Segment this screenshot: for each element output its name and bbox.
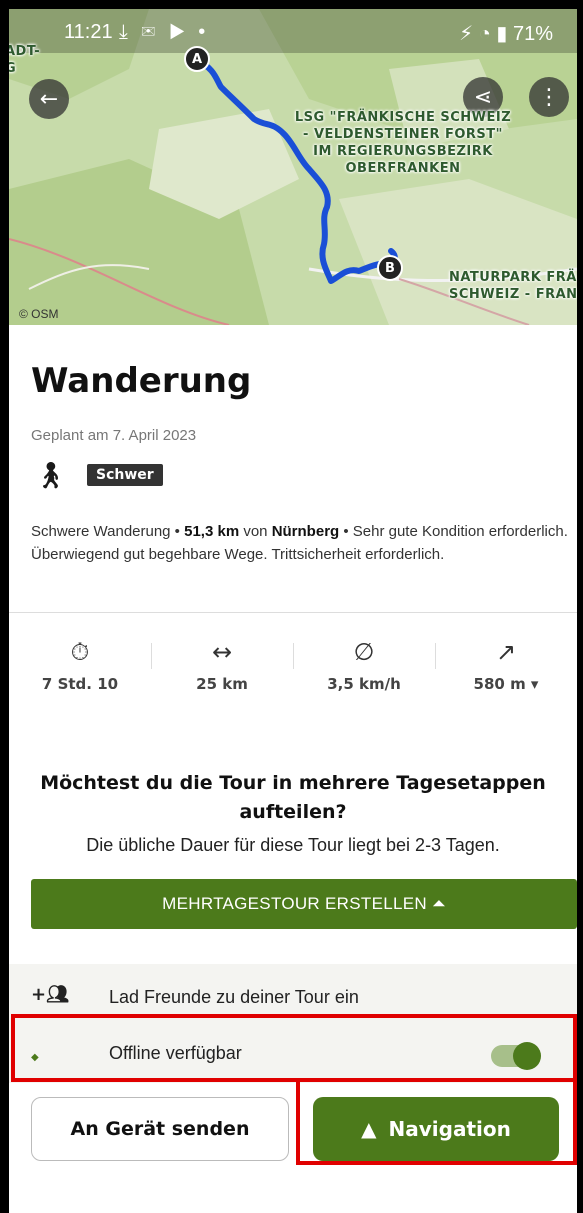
stat-distance: ↔ 25 km: [151, 635, 293, 693]
planned-date: Geplant am 7. April 2023: [31, 427, 197, 444]
signal-icon: ⚡︎ ◔ ▮: [459, 23, 513, 45]
route-start-marker[interactable]: A: [184, 46, 210, 72]
stopwatch-icon: ⏱︎: [70, 638, 90, 666]
back-button[interactable]: ←: [29, 79, 69, 119]
multiday-info: Die übliche Dauer für diese Tour liegt b…: [86, 835, 500, 855]
map-label-partial: ADT- G: [9, 44, 41, 76]
desc-text: Schwere Wanderung •: [31, 523, 185, 540]
desc-distance: 51,3 km: [184, 523, 240, 540]
status-bar: 11:21 ⤓ ✉ ▶ • ⚡︎ ◔ ▮ 71%: [9, 9, 577, 53]
map-attribution[interactable]: © OSM: [19, 307, 59, 321]
arrow-left-icon: ←: [39, 86, 59, 112]
desc-text: von: [239, 523, 272, 540]
invite-friends-label: Lad Freunde zu deiner Tour ein: [109, 987, 359, 1007]
multiday-question: Möchtest du die Tour in mehrere Tageseta…: [9, 769, 577, 827]
difficulty-badge: Schwer: [87, 464, 163, 486]
battery-level: 71%: [512, 23, 553, 45]
speed-value: 3,5 km/h: [327, 675, 401, 693]
stat-duration: ⏱︎ 7 Std. 10: [9, 635, 151, 693]
stat-speed: ∅ 3,5 km/h: [293, 635, 435, 693]
distance-value: 25 km: [196, 675, 248, 693]
elevation-value[interactable]: 580 m ▾: [435, 675, 577, 693]
multiday-question-text: Möchtest du die Tour in mehrere Tageseta…: [40, 772, 546, 823]
ascent-arrow-icon: ↗: [495, 638, 517, 666]
more-vertical-icon: ⋮: [538, 84, 560, 110]
create-multiday-tour-button[interactable]: MEHRTAGESTOUR ERSTELLEN ⏶: [31, 879, 577, 929]
battery-indicator: ⚡︎ ◔ ▮ 71%: [459, 21, 553, 46]
more-menu-button[interactable]: ⋮: [529, 77, 569, 117]
app-screen: 11:21 ⤓ ✉ ▶ • ⚡︎ ◔ ▮ 71% ADT- G ← ⋖ ⋮ LS…: [9, 9, 577, 1213]
stat-elevation[interactable]: ↗ 580 m ▾: [435, 635, 577, 693]
divider: [9, 612, 577, 613]
highlight-navigation-button: [296, 1078, 577, 1165]
tour-stats: ⏱︎ 7 Std. 10 ↔ 25 km ∅ 3,5 km/h ↗ 580 m …: [9, 635, 577, 705]
tour-title: Wanderung: [31, 361, 252, 401]
highlight-offline-row: [11, 1014, 577, 1082]
desc-city: Nürnberg: [271, 523, 340, 540]
status-time: 11:21: [64, 21, 113, 43]
share-icon: ⋖: [473, 84, 493, 110]
hiking-icon: 🚶︎: [34, 461, 68, 491]
map-label-protected-area: LSG "FRÄNKISCHE SCHWEIZ - VELDENSTEINER …: [294, 110, 512, 176]
add-friends-icon: +👥︎: [31, 984, 69, 1005]
distance-arrows-icon: ↔: [211, 638, 233, 666]
tour-description: Schwere Wanderung • 51,3 km von Nürnberg…: [31, 520, 571, 566]
notification-icons: ⤓ ✉ ▶ •: [119, 21, 210, 43]
average-icon: ∅: [353, 638, 375, 666]
route-end-marker[interactable]: B: [377, 255, 403, 281]
duration-value: 7 Std. 10: [41, 675, 119, 693]
tour-map[interactable]: 11:21 ⤓ ✉ ▶ • ⚡︎ ◔ ▮ 71% ADT- G ← ⋖ ⋮ LS…: [9, 9, 577, 325]
map-label-naturpark: NATURPARK FRÄ SCHWEIZ - FRAN: [449, 270, 577, 302]
send-to-device-button[interactable]: An Gerät senden: [31, 1097, 289, 1161]
